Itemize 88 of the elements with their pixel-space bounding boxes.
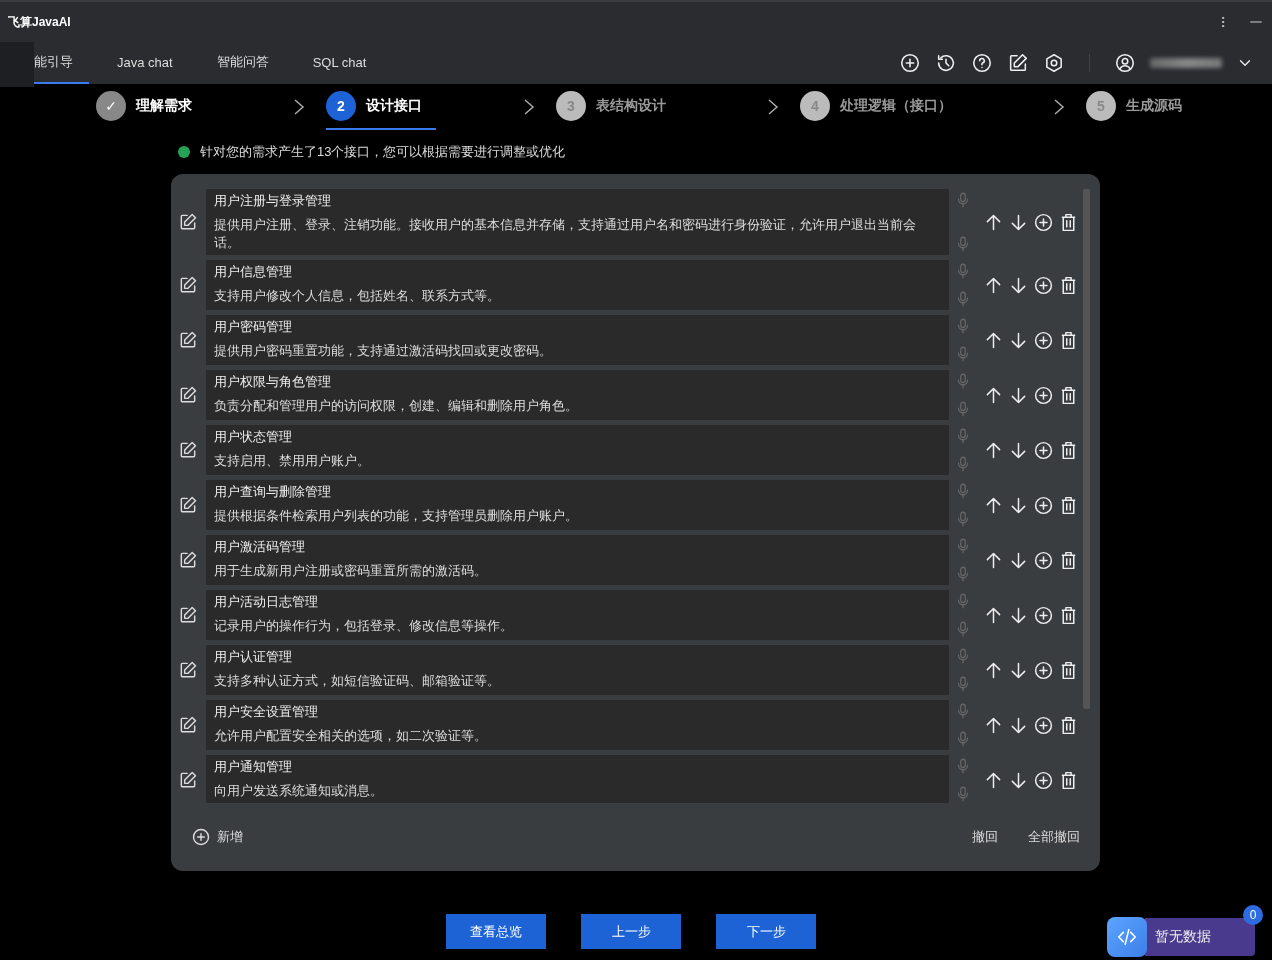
add-icon[interactable] xyxy=(1033,549,1054,571)
interface-name: 用户注册与登录管理 xyxy=(213,192,332,210)
edit-icon[interactable] xyxy=(178,715,199,735)
tab[interactable]: Java chat xyxy=(101,42,189,84)
add-icon[interactable] xyxy=(1033,714,1054,736)
interface-description: 负责分配和管理用户的访问权限，创建、编辑和删除用户角色。 xyxy=(213,397,579,415)
step[interactable]: ✓ 理解需求 xyxy=(96,84,206,130)
success-dot xyxy=(178,146,190,158)
undo-all-button[interactable]: 全部撤回 xyxy=(1028,828,1080,846)
dark-block xyxy=(0,42,34,87)
tab[interactable]: 智能问答 xyxy=(200,42,285,84)
interface-description: 支持用户修改个人信息，包括姓名、联系方式等。 xyxy=(213,287,501,305)
interface-card[interactable]: 用户信息管理 支持用户修改个人信息，包括姓名、联系方式等。 xyxy=(205,260,950,310)
chevron-right-icon xyxy=(766,97,780,117)
step-button[interactable]: 查看总览 xyxy=(446,914,546,949)
interface-card[interactable]: 用户权限与角色管理 负责分配和管理用户的访问权限，创建、编辑和删除用户角色。 xyxy=(205,370,950,420)
interface-description: 记录用户的操作行为，包括登录、修改信息等操作。 xyxy=(213,617,514,635)
interface-name: 用户信息管理 xyxy=(213,263,293,281)
interface-description: 提供根据条件检索用户列表的功能，支持管理员删除用户账户。 xyxy=(213,507,579,525)
interface-description: 支持启用、禁用用户账户。 xyxy=(213,452,371,470)
chevron-right-icon xyxy=(1052,97,1066,117)
interface-name: 用户通知管理 xyxy=(213,758,293,776)
user-icon[interactable] xyxy=(1114,52,1136,74)
edit-icon[interactable] xyxy=(1007,52,1029,74)
interface-card[interactable]: 用户注册与登录管理 提供用户注册、登录、注销功能。接收用户的基本信息并存储，支持通过用户名和密码进行身份验证，允许用户退出当前会话。 xyxy=(205,189,950,255)
add-icon[interactable] xyxy=(1033,274,1054,296)
edit-icon[interactable] xyxy=(178,330,199,350)
tab[interactable]: SQL chat xyxy=(296,42,383,84)
interface-description: 提供用户密码重置功能，支持通过激活码找回或更改密码。 xyxy=(213,342,553,360)
add-icon[interactable] xyxy=(1033,769,1054,791)
interface-description: 向用户发送系统通知或消息。 xyxy=(213,782,384,800)
interface-card[interactable]: 用户查询与删除管理 提供根据条件检索用户列表的功能，支持管理员删除用户账户。 xyxy=(205,480,950,530)
interface-card[interactable]: 用户认证管理 支持多种认证方式，如短信验证码、邮箱验证等。 xyxy=(205,645,950,695)
step-number: 2 xyxy=(326,91,356,121)
edit-icon[interactable] xyxy=(178,605,199,625)
add-icon[interactable] xyxy=(1033,211,1054,233)
interface-name: 用户认证管理 xyxy=(213,648,293,666)
count-badge: 0 xyxy=(1243,905,1263,925)
interface-card[interactable]: 用户密码管理 提供用户密码重置功能，支持通过激活码找回或更改密码。 xyxy=(205,315,950,365)
edit-icon[interactable] xyxy=(178,212,199,232)
edit-icon[interactable] xyxy=(178,440,199,460)
step[interactable]: 2 设计接口 xyxy=(326,84,436,130)
interface-card[interactable]: 用户激活码管理 用于生成新用户注册或密码重置所需的激活码。 xyxy=(205,535,950,585)
interface-name: 用户权限与角色管理 xyxy=(213,373,332,391)
interface-description: 用于生成新用户注册或密码重置所需的激活码。 xyxy=(213,562,488,580)
add-icon[interactable] xyxy=(899,52,921,74)
code-button[interactable] xyxy=(1107,917,1147,957)
interface-name: 用户安全设置管理 xyxy=(213,703,319,721)
add-icon[interactable] xyxy=(1033,659,1054,681)
interface-name: 用户查询与删除管理 xyxy=(213,483,332,501)
add-icon[interactable] xyxy=(1033,494,1054,516)
status-label[interactable]: 暂无数据 xyxy=(1145,918,1255,956)
add-icon[interactable] xyxy=(1033,439,1054,461)
edit-icon[interactable] xyxy=(178,385,199,405)
notice-text: 针对您的需求产生了13个接口，您可以根据需要进行调整或优化 xyxy=(200,143,566,161)
interface-card[interactable]: 用户通知管理 向用户发送系统通知或消息。 xyxy=(205,755,950,803)
edit-icon[interactable] xyxy=(178,275,199,295)
edit-icon[interactable] xyxy=(178,550,199,570)
interface-description: 支持多种认证方式，如短信验证码、邮箱验证等。 xyxy=(213,672,501,690)
interface-name: 用户密码管理 xyxy=(213,318,293,336)
interface-description: 允许用户配置安全相关的选项，如二次验证等。 xyxy=(213,727,488,745)
add-icon[interactable] xyxy=(191,827,211,847)
edit-icon[interactable] xyxy=(178,495,199,515)
interface-name: 用户活动日志管理 xyxy=(213,593,319,611)
scrollbar[interactable] xyxy=(1083,189,1090,709)
add-icon[interactable] xyxy=(1033,384,1054,406)
help-icon[interactable] xyxy=(971,52,993,74)
edit-icon[interactable] xyxy=(178,660,199,680)
edit-icon[interactable] xyxy=(178,770,199,790)
step-button[interactable]: 下一步 xyxy=(716,914,816,949)
settings-icon[interactable] xyxy=(1043,52,1065,74)
interface-description: 提供用户注册、登录、注销功能。接收用户的基本信息并存储，支持通过用户名和密码进行身份验证，允许用户退出当前会话。 xyxy=(213,216,917,252)
interface-name: 用户状态管理 xyxy=(213,428,293,446)
interface-card[interactable]: 用户活动日志管理 记录用户的操作行为，包括登录、修改信息等操作。 xyxy=(205,590,950,640)
interface-name: 用户激活码管理 xyxy=(213,538,306,556)
add-icon[interactable] xyxy=(1033,604,1054,626)
chevron-right-icon xyxy=(522,97,536,117)
history-icon[interactable] xyxy=(935,52,957,74)
interface-card[interactable]: 用户状态管理 支持启用、禁用用户账户。 xyxy=(205,425,950,475)
step-number: ✓ xyxy=(96,91,126,121)
chevron-right-icon xyxy=(292,97,306,117)
undo-button[interactable]: 撤回 xyxy=(972,828,998,846)
step-button[interactable]: 上一步 xyxy=(581,914,681,949)
blurred-username xyxy=(1150,58,1222,68)
add-button[interactable]: 新增 xyxy=(191,827,243,847)
interface-card[interactable]: 用户安全设置管理 允许用户配置安全相关的选项，如二次验证等。 xyxy=(205,700,950,750)
add-icon[interactable] xyxy=(1033,329,1054,351)
window-title: 飞算JavaAI xyxy=(8,13,72,31)
